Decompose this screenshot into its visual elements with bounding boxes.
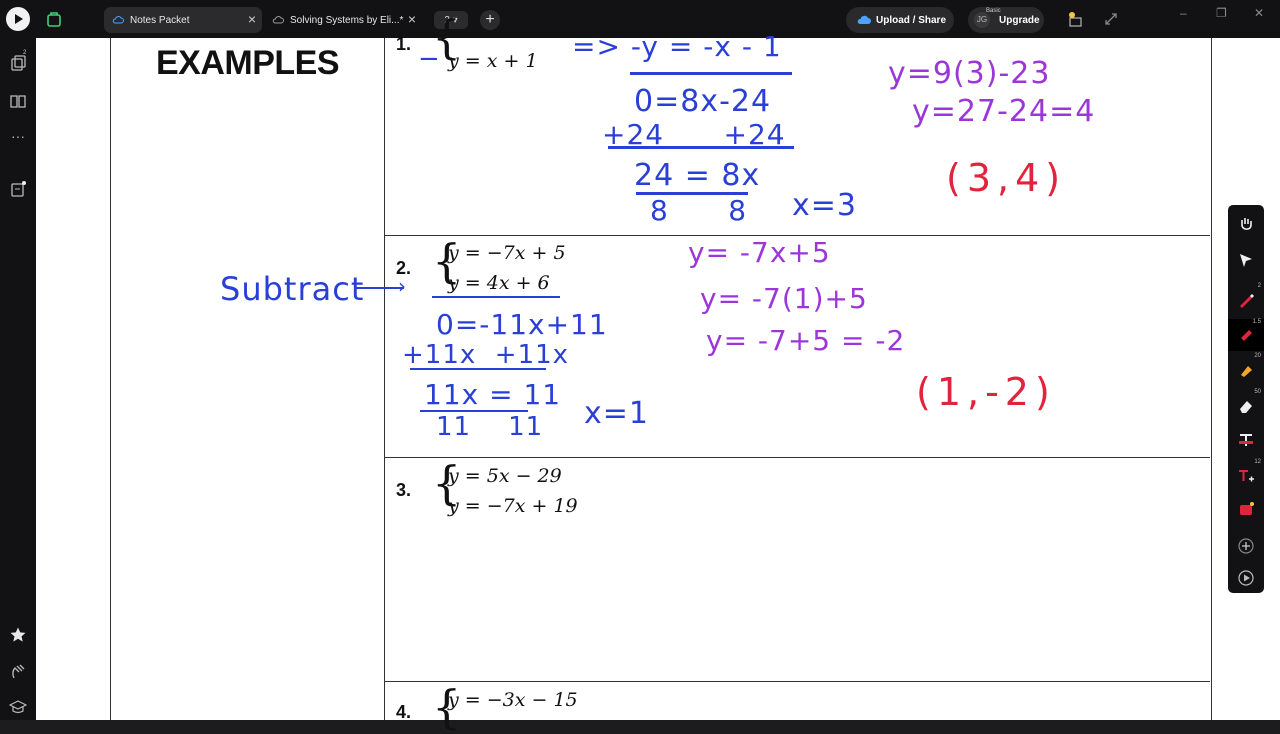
handwriting: 0=-11x+11 <box>436 308 608 341</box>
handwriting: y= -7x+5 <box>688 236 831 269</box>
handwriting-arrowhead: › <box>398 274 407 298</box>
handwriting-underline <box>432 296 560 298</box>
handwriting-underline <box>410 368 546 370</box>
add-text-icon[interactable]: 12 <box>1237 459 1261 485</box>
handwriting: 11 11 <box>436 412 544 442</box>
equation: y = x + 1 <box>448 50 538 72</box>
tab-label: Notes Packet <box>130 14 190 26</box>
clipboard-icon[interactable] <box>9 180 27 198</box>
handwriting-answer: (1,-2) <box>916 370 1056 414</box>
book-icon[interactable] <box>9 92 27 110</box>
upload-share-label: Upload / Share <box>876 14 947 26</box>
gift-icon[interactable] <box>1066 10 1084 28</box>
row-divider <box>384 457 1210 458</box>
equation: y = 5x − 29 <box>448 465 562 487</box>
handwriting-underline <box>608 146 794 149</box>
close-window-icon[interactable]: ✕ <box>1254 6 1264 20</box>
eraser-size: 50 <box>1254 389 1261 395</box>
handwriting-minus: − <box>418 44 441 74</box>
tab-solving-systems[interactable]: Solving Systems by Eli...* × <box>264 7 422 33</box>
close-tab-icon[interactable]: × <box>248 11 256 27</box>
handwriting: 24 = 8x <box>634 158 761 193</box>
handwriting: y= -7+5 = -2 <box>706 324 906 357</box>
equation: y = −3x − 15 <box>448 689 578 711</box>
handwriting: +11x +11x <box>402 340 570 370</box>
more-icon[interactable]: ··· <box>9 129 27 148</box>
pages-badge: 2 <box>23 50 27 56</box>
handwriting: x=3 <box>792 188 857 223</box>
handwriting: y=9(3)-23 <box>888 56 1051 91</box>
handwriting-underline <box>630 72 792 75</box>
hand-tool-icon[interactable] <box>1237 215 1255 233</box>
star-icon[interactable] <box>9 626 27 644</box>
recycle-icon[interactable] <box>45 10 63 28</box>
handwriting: y=27-24=4 <box>912 94 1096 129</box>
handwriting-arrow <box>354 287 404 289</box>
cloud-upload-icon <box>857 15 871 24</box>
hand-wave-icon[interactable] <box>9 662 27 680</box>
new-tab-button[interactable]: + <box>480 10 500 30</box>
graduation-cap-icon[interactable] <box>8 698 28 716</box>
handwriting: => -y = -x - 1 <box>572 30 782 63</box>
upload-share-button[interactable]: Upload / Share <box>846 7 954 33</box>
pointer-tool-icon[interactable] <box>1237 251 1255 269</box>
expand-icon[interactable] <box>1102 10 1120 28</box>
problem-number: 3. <box>396 480 412 500</box>
pages-icon[interactable]: 2 <box>9 50 27 72</box>
maximize-icon[interactable]: ❐ <box>1216 6 1227 20</box>
tab-label: Solving Systems by Eli...* <box>290 14 404 26</box>
highlighter-size: 20 <box>1254 353 1261 359</box>
column-divider <box>384 38 385 720</box>
handwriting: 11x = 11 <box>424 378 562 411</box>
upgrade-button[interactable]: JG Basic Upgrade <box>968 7 1044 33</box>
cloud-icon <box>272 16 284 24</box>
marker-tool-icon[interactable]: 1.5 <box>1237 319 1261 343</box>
left-sidebar: 2 ··· <box>0 38 36 720</box>
cloud-icon <box>112 16 124 24</box>
highlighter-tool-icon[interactable]: 20 <box>1237 353 1261 379</box>
avatar: JG <box>974 12 990 28</box>
plan-badge: Basic <box>986 8 1001 14</box>
text-size: 12 <box>1254 459 1261 465</box>
upgrade-label: Upgrade <box>999 15 1040 26</box>
drawing-toolbar: 2 1.5 20 50 12 <box>1228 205 1264 593</box>
row-divider <box>384 681 1210 682</box>
pen-tool-icon[interactable]: 2 <box>1237 283 1261 309</box>
close-tab-icon[interactable]: × <box>408 11 416 27</box>
tab-notes-packet[interactable]: Notes Packet × <box>104 7 262 33</box>
equation: y = −7x + 5 <box>448 242 566 264</box>
handwriting: x=1 <box>584 396 649 431</box>
text-tool-icon[interactable] <box>1237 431 1255 449</box>
handwriting: 8 8 <box>650 194 748 227</box>
equation: y = −7x + 19 <box>448 495 578 517</box>
page-title: EXAMPLES <box>156 44 340 82</box>
eraser-tool-icon[interactable]: 50 <box>1237 389 1261 415</box>
handwriting: 0=8x-24 <box>634 84 772 119</box>
sticky-note-icon[interactable] <box>1237 501 1255 519</box>
equation: y = 4x + 6 <box>448 272 550 294</box>
app-logo-icon[interactable] <box>6 7 30 31</box>
handwriting-answer: (3,4) <box>946 156 1067 200</box>
marker-size: 1.5 <box>1252 319 1261 325</box>
problem-number: 1. <box>396 34 412 54</box>
add-tool-icon[interactable] <box>1237 537 1255 555</box>
pen-size: 2 <box>1257 283 1261 289</box>
play-tool-icon[interactable] <box>1237 569 1255 587</box>
handwriting: y= -7(1)+5 <box>700 282 868 315</box>
handwriting: Subtract <box>220 270 365 308</box>
minimize-icon[interactable]: – <box>1180 6 1187 20</box>
